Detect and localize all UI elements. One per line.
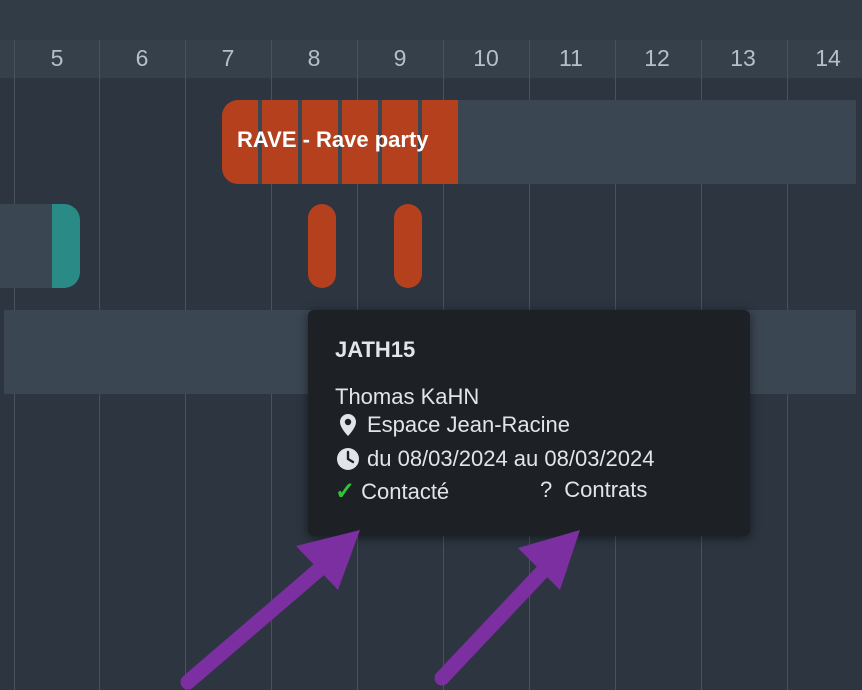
- annotation-arrows: [180, 530, 580, 690]
- annotation-arrow-contracts: [434, 530, 580, 686]
- annotation-arrow-contacted: [180, 530, 360, 690]
